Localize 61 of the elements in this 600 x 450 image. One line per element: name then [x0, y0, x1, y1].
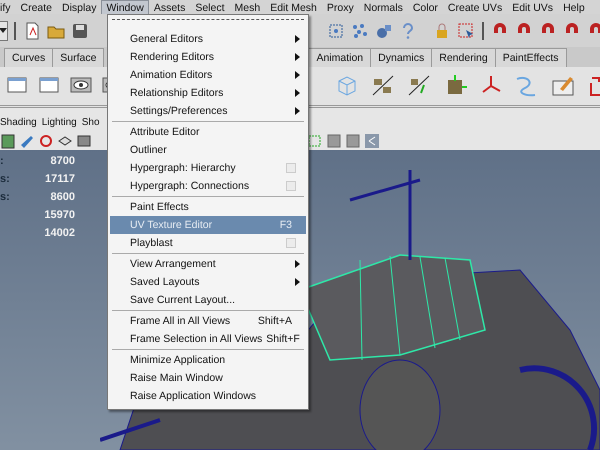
menu-title[interactable]: Create	[16, 0, 58, 14]
menu-title[interactable]: Create UVs	[442, 0, 508, 14]
hud-value: 14002	[44, 227, 75, 239]
panel-menu-item[interactable]: Lighting	[42, 116, 77, 128]
menu-item[interactable]: Saved Layouts	[110, 273, 306, 291]
shelf-tab[interactable]: Animation	[308, 48, 372, 67]
caret-icon	[0, 28, 7, 33]
submenu-arrow-icon	[295, 278, 300, 286]
submenu-arrow-icon	[295, 260, 300, 268]
hud-label: s:	[0, 191, 10, 203]
hud-value: 17117	[45, 173, 75, 185]
menu-item[interactable]: Attribute Editor	[110, 123, 306, 141]
menu-title[interactable]: Edit Mesh	[265, 0, 322, 14]
transform-icon[interactable]	[38, 133, 54, 149]
menu-item[interactable]: Animation Editors	[110, 66, 306, 84]
hud-label: s:	[0, 173, 10, 185]
shelf-tab[interactable]: Surface	[52, 48, 104, 67]
hud-label: :	[0, 155, 4, 167]
menu-item[interactable]: View Arrangement	[110, 255, 306, 273]
dropdown-button[interactable]	[0, 20, 8, 40]
shelf-tab[interactable]: Rendering	[431, 48, 496, 67]
shelf-tab[interactable]: PaintEffects	[494, 48, 567, 67]
menu-item[interactable]: General Editors	[110, 30, 306, 48]
menu-item[interactable]: Outliner	[110, 141, 306, 159]
menu-item[interactable]: Hypergraph: Connections	[110, 177, 306, 195]
shelf-tab[interactable]: Dynamics	[370, 48, 432, 67]
menu-title[interactable]: Edit UVs	[507, 0, 558, 14]
menu-title[interactable]: ify	[0, 0, 16, 14]
menu-item[interactable]: Relationship Editors	[110, 84, 306, 102]
menu-title[interactable]: Select	[190, 0, 230, 14]
menu-title[interactable]: Help	[558, 0, 590, 14]
menu-item[interactable]: Playblast	[110, 234, 306, 252]
menu-title[interactable]: Assets	[148, 0, 190, 14]
menu-title[interactable]: Mesh	[230, 0, 266, 14]
shelf-tab[interactable]: Curves	[4, 48, 54, 67]
submenu-arrow-icon	[295, 71, 300, 79]
menu-item[interactable]: Raise Main Window	[110, 369, 306, 387]
menu-item[interactable]: Minimize Application	[110, 351, 306, 369]
menu-item[interactable]: Frame Selection in All Views Shift+F	[110, 330, 306, 348]
submenu-arrow-icon	[295, 53, 300, 61]
hud-value: 8600	[50, 191, 75, 203]
panel-menu-item[interactable]: Sho	[82, 116, 100, 128]
menu-title[interactable]: Normals	[358, 0, 408, 14]
submenu-arrow-icon	[295, 107, 300, 115]
menu-title[interactable]: Window	[101, 0, 149, 14]
menu-item[interactable]: Rendering Editors	[110, 48, 306, 66]
submenu-arrow-icon	[295, 35, 300, 43]
menu-title[interactable]: Proxy	[322, 0, 359, 14]
hud-value: 8700	[50, 155, 75, 167]
menu-item[interactable]: Save Current Layout...	[110, 291, 306, 309]
menu-title[interactable]: Color	[408, 0, 443, 14]
menu-title[interactable]: Display	[57, 0, 102, 14]
panel-menu-item[interactable]: Shading	[0, 116, 37, 128]
submenu-arrow-icon	[295, 89, 300, 97]
menu-item[interactable]: Settings/Preferences	[110, 102, 306, 120]
hud-value: 15970	[44, 209, 75, 221]
menu-item[interactable]: Raise Application Windows	[110, 387, 306, 405]
menu-item[interactable]: Frame All in All Views Shift+A	[110, 312, 306, 330]
menu-item[interactable]: Hypergraph: Hierarchy	[110, 159, 306, 177]
select-region-icon[interactable]	[307, 133, 323, 149]
menu-item[interactable]: Paint Effects	[110, 198, 306, 216]
